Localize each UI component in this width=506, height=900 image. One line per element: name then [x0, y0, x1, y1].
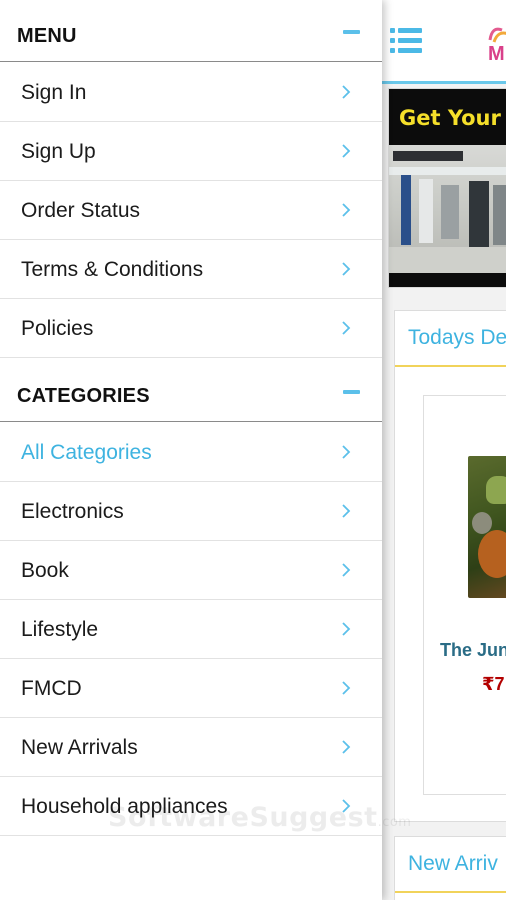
menu-item-order-status[interactable]: Order Status — [0, 181, 382, 240]
menu-section-title: MENU — [17, 25, 77, 47]
category-item-fmcd[interactable]: FMCD — [0, 659, 382, 718]
chevron-right-icon — [342, 681, 351, 695]
banner-image — [389, 145, 506, 273]
category-item-lifestyle[interactable]: Lifestyle — [0, 600, 382, 659]
new-arrivals-section: New Arriv — [394, 836, 506, 900]
app-page: M Get Your E Todays De The Jun ₹7 New Ar… — [382, 0, 506, 900]
category-item-label: Household appliances — [21, 795, 228, 818]
product-name[interactable]: The Jun — [440, 640, 506, 661]
minus-icon[interactable] — [343, 390, 360, 394]
product-image — [468, 456, 506, 598]
todays-deals-title: Todays De — [395, 311, 506, 367]
menu-item-label: Sign Up — [21, 140, 96, 163]
new-arrivals-title: New Arriv — [395, 837, 506, 893]
todays-deals-section: Todays De The Jun ₹7 — [394, 310, 506, 822]
menu-item-label: Policies — [21, 317, 94, 340]
list-menu-icon[interactable] — [390, 28, 422, 54]
store-logo-icon[interactable]: M — [486, 22, 506, 62]
svg-text:M: M — [488, 43, 505, 62]
chevron-right-icon — [342, 144, 351, 158]
category-item-new-arrivals[interactable]: New Arrivals — [0, 718, 382, 777]
category-item-all-categories[interactable]: All Categories — [0, 423, 382, 482]
banner-text: Get Your E — [389, 89, 506, 147]
menu-item-sign-in[interactable]: Sign In — [0, 63, 382, 122]
category-item-label: Book — [21, 559, 69, 582]
category-item-label: FMCD — [21, 677, 82, 700]
category-item-label: Lifestyle — [21, 618, 99, 641]
chevron-right-icon — [342, 563, 351, 577]
menu-item-label: Sign In — [21, 81, 87, 104]
category-item-book[interactable]: Book — [0, 541, 382, 600]
promo-banner[interactable]: Get Your E — [388, 88, 506, 288]
chevron-right-icon — [342, 85, 351, 99]
chevron-right-icon — [342, 321, 351, 335]
chevron-right-icon — [342, 740, 351, 754]
app-header: M — [382, 0, 506, 84]
banner-footer — [389, 273, 506, 287]
menu-item-label: Terms & Conditions — [21, 258, 204, 281]
navigation-drawer: MENU Sign In Sign Up Order Status Terms … — [0, 0, 382, 900]
menu-item-policies[interactable]: Policies — [0, 299, 382, 358]
product-price: ₹7 — [482, 674, 505, 694]
chevron-right-icon — [342, 622, 351, 636]
chevron-right-icon — [342, 203, 351, 217]
category-item-label: All Categories — [21, 441, 152, 464]
product-card[interactable]: The Jun ₹7 — [423, 395, 506, 795]
chevron-right-icon — [342, 799, 351, 813]
menu-item-terms-conditions[interactable]: Terms & Conditions — [0, 240, 382, 299]
category-item-label: New Arrivals — [21, 736, 138, 759]
categories-section-title: CATEGORIES — [17, 385, 150, 407]
categories-section-header[interactable]: CATEGORIES — [0, 360, 382, 422]
menu-item-label: Order Status — [21, 199, 141, 222]
category-item-electronics[interactable]: Electronics — [0, 482, 382, 541]
category-item-label: Electronics — [21, 500, 124, 523]
menu-section-header[interactable]: MENU — [0, 0, 382, 62]
category-item-household-appliances[interactable]: Household appliances — [0, 777, 382, 836]
minus-icon[interactable] — [343, 30, 360, 34]
chevron-right-icon — [342, 504, 351, 518]
menu-item-sign-up[interactable]: Sign Up — [0, 122, 382, 181]
chevron-right-icon — [342, 262, 351, 276]
chevron-right-icon — [342, 445, 351, 459]
